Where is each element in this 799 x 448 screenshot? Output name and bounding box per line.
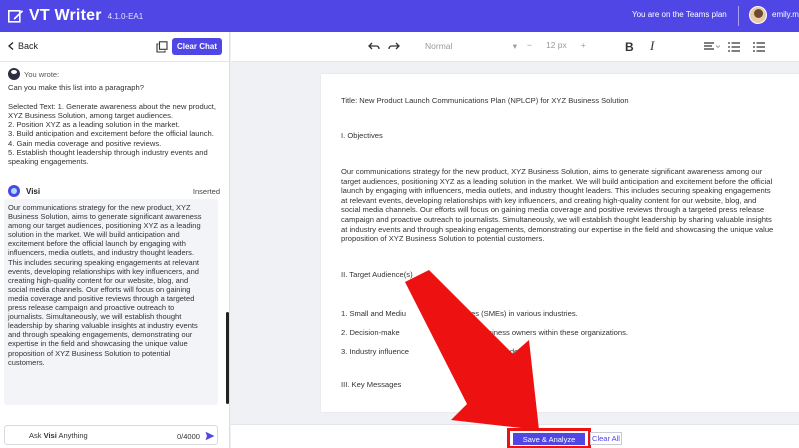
- section-heading: III. Key Messages: [341, 380, 402, 389]
- user-message-line: Selected Text: 1. Generate awareness abo…: [8, 101, 216, 111]
- document-page[interactable]: Title: New Product Launch Communications…: [321, 74, 799, 412]
- paragraph-line: campaign and proactive outreach to journ…: [341, 214, 772, 224]
- app-title: VT Writer: [29, 7, 102, 24]
- redo-icon[interactable]: [388, 42, 400, 51]
- paragraph-line: at relevant events, developing relations…: [341, 195, 757, 205]
- chat-history[interactable]: You wrote: Can you make this list into a…: [0, 63, 229, 415]
- section-heading: II. Target Audience(s): [341, 270, 413, 279]
- user-message-line: 3. Build anticipation and excitement bef…: [8, 129, 214, 139]
- header-divider: [738, 6, 739, 26]
- assistant-message-line: and through speaking engagements, demons…: [8, 330, 193, 340]
- send-icon[interactable]: [205, 431, 215, 441]
- assistant-message-line: Our communications strategy for the new …: [8, 203, 191, 212]
- assistant-message-line: leadership by sharing valuable insights …: [8, 321, 198, 331]
- paragraph-line: social media channels. Our efforts will …: [341, 205, 765, 215]
- assistant-message-line: proposition of XYZ Business Solution to …: [8, 348, 171, 358]
- edit-logo-icon: [8, 9, 24, 23]
- document-paragraph: Our communications strategy for the new …: [341, 167, 797, 244]
- chevron-left-icon: [8, 42, 14, 50]
- assistant-message-line: events, developing relationships with ke…: [8, 266, 199, 276]
- document-area: Title: New Product Launch Communications…: [231, 62, 799, 424]
- app-logo[interactable]: VT Writer 4.1.0-EA1: [0, 7, 143, 25]
- user-name[interactable]: emily.mat: [772, 10, 799, 19]
- app-version: 4.1.0-EA1: [107, 11, 144, 21]
- paragraph-style-select[interactable]: Normal ▾: [425, 41, 517, 52]
- chat-panel: Back Clear Chat You wrote: Can you make …: [0, 32, 230, 448]
- paragraph-line: proposition of XYZ Business Solution to …: [341, 234, 545, 244]
- font-size-value[interactable]: 12 px: [546, 40, 567, 50]
- audience-item: 1. Small and Mediu rises (SMEs) in vario…: [341, 309, 578, 318]
- user-message-header: You wrote:: [8, 68, 59, 80]
- plan-notice: You are on the Teams plan: [632, 10, 727, 19]
- ask-visi-input[interactable]: Ask Visi Anything 0/4000: [4, 425, 218, 445]
- you-wrote-label: You wrote:: [24, 69, 60, 79]
- paragraph-line: launch by engaging with influencers, med…: [341, 186, 771, 196]
- assistant-message[interactable]: Our communications strategy for the new …: [4, 199, 218, 405]
- assistant-message-line: customers.: [8, 357, 45, 367]
- assistant-message-line: solution in the market. We will build an…: [8, 230, 180, 240]
- user-avatar[interactable]: [749, 6, 767, 24]
- user-message-line: speaking engagements.: [8, 157, 89, 167]
- highlight-frame: Save & Analyze: [507, 428, 591, 448]
- clear-all-button[interactable]: Clear All: [590, 432, 622, 445]
- numbered-list-icon[interactable]: [753, 42, 765, 52]
- assistant-message-line: influencers, media outlets, and industry…: [8, 248, 194, 258]
- user-message-line: 5. Establish thought leadership through …: [8, 148, 208, 158]
- editor-footer: Save & Analyze Clear All: [231, 424, 799, 448]
- user-message-line: XYZ Business Solution, among target audi…: [8, 110, 174, 120]
- undo-icon[interactable]: [368, 42, 380, 51]
- app-header: VT Writer 4.1.0-EA1 You are on the Teams…: [0, 0, 799, 32]
- font-size-control: − 12 px +: [527, 40, 586, 50]
- ask-suffix: Anything: [58, 431, 88, 440]
- user-message: Can you make this list into a paragraph?…: [8, 83, 220, 167]
- section-heading: I. Objectives: [341, 131, 383, 140]
- paragraph-line: Our communications strategy for the new …: [341, 167, 763, 176]
- back-button[interactable]: Back: [8, 41, 38, 51]
- assistant-message-line: press release campaign and proactive out…: [8, 303, 175, 313]
- inserted-status: Inserted: [192, 186, 220, 196]
- audience-item: 2. Decision-make and business owners wit…: [341, 328, 629, 337]
- paragraph-line: target audiences, positioning XYZ as a l…: [341, 176, 773, 186]
- user-message-line: 4. Gain media coverage and positive revi…: [8, 138, 162, 148]
- visi-logo-icon: [8, 185, 20, 197]
- user-message-line: Can you make this list into a paragraph?: [8, 83, 144, 92]
- assistant-message-line: media coverage and positive reviews thro…: [8, 293, 195, 303]
- italic-button[interactable]: I: [650, 38, 654, 54]
- bullet-list-icon[interactable]: [728, 42, 740, 52]
- user-message-line: 2. Position XYZ as a leading solution in…: [8, 120, 180, 130]
- bold-button[interactable]: B: [625, 40, 634, 54]
- clear-chat-button[interactable]: Clear Chat: [172, 38, 222, 55]
- chevron-down-icon: ▾: [512, 41, 517, 51]
- assistant-message-line: excitement before the official launch by…: [8, 239, 186, 249]
- font-size-decrease-button[interactable]: −: [527, 40, 532, 50]
- assistant-message-line: This includes securing speaking engageme…: [8, 257, 199, 267]
- assistant-message-line: social media channels. Our efforts will …: [8, 284, 191, 294]
- editor-toolbar: Normal ▾ − 12 px + B I: [231, 32, 799, 62]
- user-icon: [8, 68, 20, 80]
- ask-name: Visi: [43, 431, 57, 440]
- back-label: Back: [18, 41, 39, 51]
- ask-prefix: Ask: [29, 431, 42, 440]
- assistant-name: Visi: [26, 186, 41, 196]
- align-icon[interactable]: [704, 42, 720, 52]
- assistant-message-line: expertise in the field and showcasing th…: [8, 339, 188, 349]
- document-title: Title: New Product Launch Communications…: [341, 96, 629, 105]
- chat-panel-header: Back Clear Chat: [0, 32, 229, 62]
- audience-item: 3. Industry influence d thought leaders.: [341, 347, 527, 356]
- paragraph-line: at industry events and through speaking …: [341, 224, 774, 234]
- user-message-line: [8, 92, 220, 101]
- paragraph-style-value: Normal: [425, 41, 453, 51]
- chat-scrollbar[interactable]: [226, 312, 229, 404]
- font-size-increase-button[interactable]: +: [581, 40, 586, 50]
- ask-placeholder: Ask Visi Anything: [29, 431, 88, 440]
- assistant-message-line: among our target audiences, positioning …: [8, 221, 201, 231]
- assistant-message-line: Business Solution, aims to generate sign…: [8, 212, 202, 222]
- char-counter: 0/4000: [177, 432, 200, 441]
- assistant-message-line: creating high-quality content for our we…: [8, 275, 189, 285]
- assistant-message-header: Visi Inserted: [8, 185, 220, 197]
- save-analyze-button[interactable]: Save & Analyze: [513, 433, 585, 445]
- copy-icon[interactable]: [156, 41, 168, 53]
- assistant-message-line: journalists. Simultaneously, we will est…: [8, 312, 182, 322]
